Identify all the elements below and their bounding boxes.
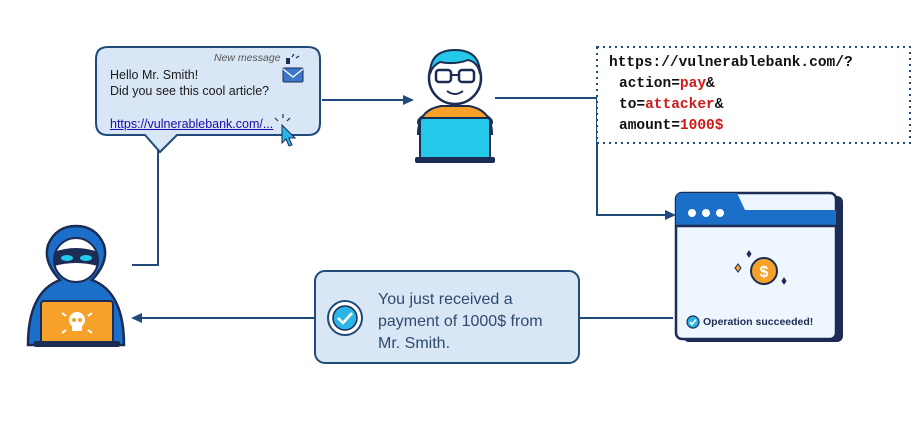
window-dot-2: [702, 209, 710, 217]
notification-line-1: You just received a: [378, 291, 513, 308]
victim-figure: [415, 48, 495, 163]
url-request-text: https://vulnerablebank.com/? action=pay&…: [597, 47, 910, 143]
malicious-link[interactable]: https://vulnerablebank.com/...: [110, 117, 273, 131]
dollar-coin-icon: $: [750, 257, 778, 285]
url-line-amount: amount=1000$: [619, 118, 724, 134]
attacker-to-bubble-line: [132, 150, 159, 266]
notification-text: You just received a payment of 1000$ fro…: [378, 289, 543, 355]
message-greeting: Hello Mr. Smith!: [110, 68, 199, 82]
url-line-host: https://vulnerablebank.com/?: [609, 55, 853, 71]
arrowhead-bank: [665, 210, 676, 220]
notification-line-2: payment of 1000$ from: [378, 313, 543, 330]
notification-line-3: Mr. Smith.: [378, 335, 451, 352]
window-dot-3: [716, 209, 724, 217]
operation-status: Operation succeeded!: [703, 316, 814, 328]
window-dot-1: [688, 209, 696, 217]
message-header: New message: [214, 52, 281, 64]
svg-text:$: $: [760, 264, 769, 281]
arrowhead-attacker: [131, 313, 142, 323]
url-line-to: to=attacker&: [619, 97, 724, 113]
checkmark-icon: [686, 315, 700, 329]
message-body: Did you see this cool article?: [110, 84, 270, 98]
url-line-action: action=pay&: [619, 76, 715, 92]
arrowhead-victim: [403, 95, 414, 105]
